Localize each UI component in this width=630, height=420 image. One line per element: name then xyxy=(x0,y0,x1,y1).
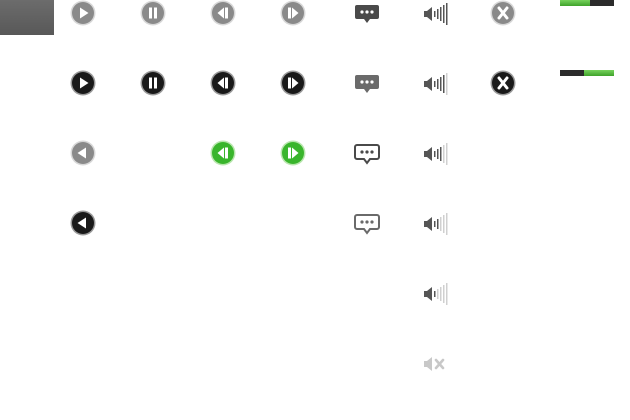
speech-bubble-icon xyxy=(355,75,379,93)
previous-button-light[interactable] xyxy=(210,0,236,26)
close-button-dark[interactable] xyxy=(490,70,516,96)
volume-level-5[interactable] xyxy=(422,2,450,26)
mute-icon xyxy=(424,357,445,371)
speech-bubble-icon xyxy=(354,144,380,165)
volume-icon xyxy=(424,3,448,25)
back-button-dark[interactable] xyxy=(70,210,96,236)
volume-level-2[interactable] xyxy=(422,212,450,236)
speech-bubble-button-outline-dark[interactable] xyxy=(354,142,380,166)
play-button-light[interactable] xyxy=(70,0,96,26)
next-button-light[interactable] xyxy=(280,0,306,26)
progress-bar-green-left xyxy=(560,0,614,6)
volume-icon xyxy=(424,73,448,95)
speech-bubble-icon xyxy=(354,214,380,235)
speech-bubble-button-outline-mid[interactable] xyxy=(354,212,380,236)
previous-button-dark[interactable] xyxy=(210,70,236,96)
close-button-light[interactable] xyxy=(490,0,516,26)
pause-button-light[interactable] xyxy=(140,0,166,26)
next-button-green[interactable] xyxy=(280,140,306,166)
progress-bar-green-right xyxy=(560,70,614,76)
volume-level-1[interactable] xyxy=(422,282,450,306)
volume-icon xyxy=(424,283,448,305)
swatch-dark-gray xyxy=(0,0,54,35)
volume-level-4[interactable] xyxy=(422,72,450,96)
volume-level-3[interactable] xyxy=(422,142,450,166)
next-button-dark[interactable] xyxy=(280,70,306,96)
volume-icon xyxy=(424,143,448,165)
back-button-light[interactable] xyxy=(70,140,96,166)
volume-icon xyxy=(424,213,448,235)
speech-bubble-button-dark[interactable] xyxy=(354,2,380,26)
speech-bubble-button-mid[interactable] xyxy=(354,72,380,96)
play-button-dark[interactable] xyxy=(70,70,96,96)
pause-button-dark[interactable] xyxy=(140,70,166,96)
speech-bubble-icon xyxy=(355,5,379,23)
volume-level-0[interactable] xyxy=(422,353,448,375)
previous-button-green[interactable] xyxy=(210,140,236,166)
